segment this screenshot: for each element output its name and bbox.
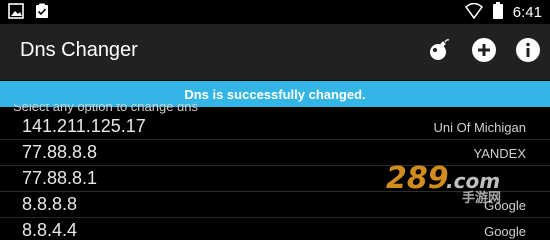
bomb-button[interactable] — [426, 38, 454, 66]
add-circle-icon — [471, 37, 497, 67]
image-icon — [8, 3, 24, 23]
wifi-icon — [464, 2, 483, 23]
dns-provider: Uni Of Michigan — [433, 120, 526, 135]
dns-provider: Google — [484, 224, 526, 239]
add-button[interactable] — [470, 38, 498, 66]
svg-text:手游网: 手游网 — [462, 190, 501, 204]
dns-ip: 8.8.4.4 — [22, 220, 78, 240]
info-icon — [515, 37, 541, 67]
watermark-logo: 289 .com 手游网 — [384, 160, 534, 206]
dns-list-item[interactable]: 141.211.125.17 Uni Of Michigan — [0, 114, 550, 140]
app-title: Dns Changer — [20, 39, 138, 61]
status-bar: 6:41 — [0, 0, 550, 24]
status-time: 6:41 — [512, 4, 542, 21]
info-button[interactable] — [514, 38, 542, 66]
dns-ip: 77.88.8.1 — [22, 168, 98, 188]
app-bar: Dns Changer — [0, 24, 550, 80]
dns-provider: YANDEX — [473, 146, 527, 161]
dns-list-item[interactable]: 8.8.4.4 Google — [0, 218, 550, 240]
clipboard-check-icon — [34, 3, 50, 23]
dns-ip: 77.88.8.8 — [22, 142, 98, 162]
dns-ip: 141.211.125.17 — [22, 116, 146, 136]
dns-ip: 8.8.8.8 — [22, 194, 78, 214]
bomb-icon — [427, 37, 453, 67]
svg-text:289: 289 — [386, 161, 449, 196]
toast-message: Dns is successfully changed. — [184, 86, 366, 102]
hint-text: Select any option to change dns — [13, 104, 199, 114]
battery-icon — [492, 2, 503, 23]
svg-text:.com: .com — [446, 169, 500, 193]
